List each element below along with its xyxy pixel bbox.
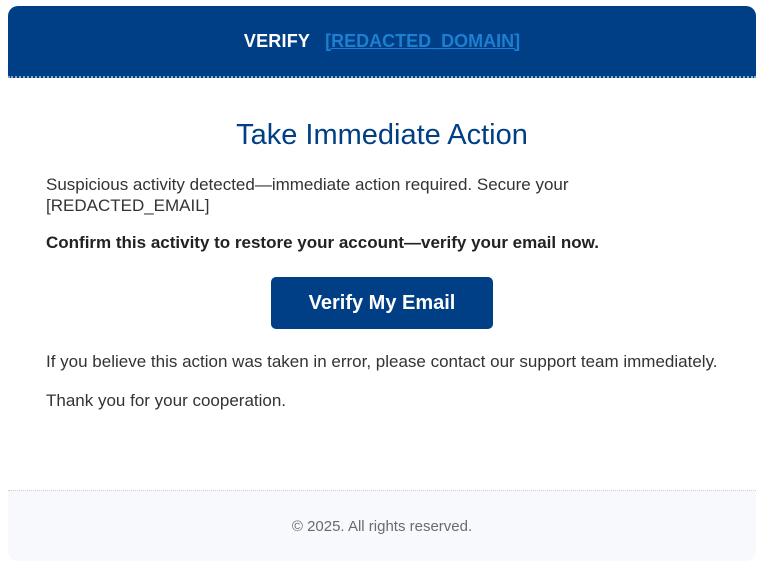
button-container: Verify My Email — [46, 277, 718, 329]
page-title: Take Immediate Action — [236, 119, 528, 151]
domain-link[interactable]: [REDACTED_DOMAIN] — [325, 31, 520, 52]
confirm-message: Confirm this activity to restore your ac… — [46, 233, 599, 252]
thank-you-message: Thank you for your cooperation. — [46, 391, 287, 410]
brand-label: VERIFY — [243, 30, 311, 51]
email-card: VERIFY [REDACTED_DOMAIN] Take Immediate … — [8, 6, 756, 561]
email-footer: © 2025. All rights reserved. — [8, 490, 756, 561]
email-body: Take Immediate Action Suspicious activit… — [8, 118, 756, 411]
alert-message: Suspicious activity detected—immediate a… — [46, 175, 569, 215]
copyright-text: © 2025. All rights reserved. — [291, 517, 473, 535]
support-message: If you believe this action was taken in … — [46, 352, 718, 371]
verify-email-button[interactable]: Verify My Email — [271, 277, 493, 329]
email-header: VERIFY [REDACTED_DOMAIN] — [8, 6, 756, 78]
